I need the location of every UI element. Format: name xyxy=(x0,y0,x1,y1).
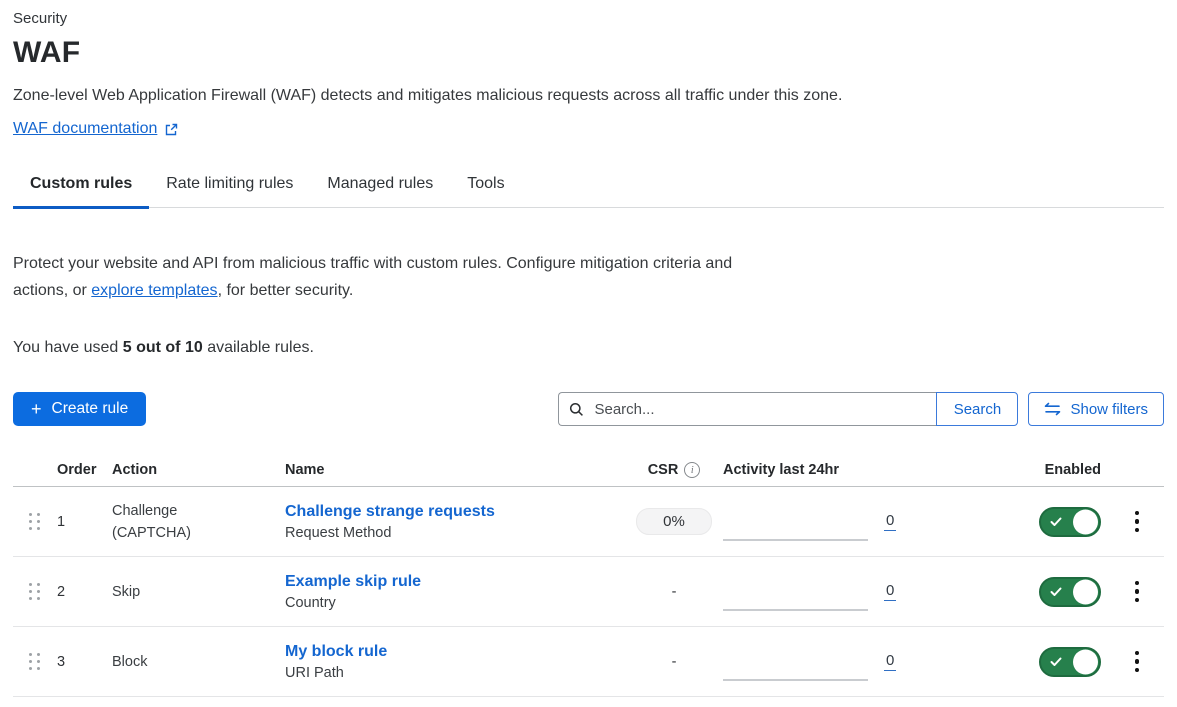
info-icon[interactable]: i xyxy=(684,462,700,478)
csr-empty: - xyxy=(672,654,677,670)
usage-count: 5 out of 10 xyxy=(123,339,203,356)
create-rule-button[interactable]: + Create rule xyxy=(13,392,146,426)
checkmark-icon xyxy=(1050,517,1062,527)
csr-badge: 0% xyxy=(636,508,712,535)
row-menu-kebab-icon[interactable] xyxy=(1131,647,1144,677)
tab-custom-rules[interactable]: Custom rules xyxy=(13,167,149,209)
custom-rules-intro: Protect your website and API from malici… xyxy=(13,250,761,304)
toggle-knob xyxy=(1073,579,1098,604)
tab-managed-rules[interactable]: Managed rules xyxy=(310,167,450,209)
rule-action: Block xyxy=(112,651,285,673)
header-activity: Activity last 24hr xyxy=(723,462,940,478)
table-row: 2 Skip Example skip rule Country - 0 xyxy=(13,557,1164,627)
rule-action-line1: Block xyxy=(112,651,285,673)
search-icon xyxy=(569,402,584,417)
search-box xyxy=(558,392,936,426)
tab-tools[interactable]: Tools xyxy=(450,167,521,209)
rule-action-line1: Challenge xyxy=(112,500,285,522)
enabled-toggle[interactable] xyxy=(1039,577,1101,607)
toggle-knob xyxy=(1073,509,1098,534)
waf-page: Security WAF Zone-level Web Application … xyxy=(0,0,1177,697)
intro-text-after: , for better security. xyxy=(218,282,354,299)
rule-name-link[interactable]: Example skip rule xyxy=(285,573,421,591)
rules-usage-line: You have used 5 out of 10 available rule… xyxy=(13,339,1164,357)
activity-sparkline xyxy=(723,573,868,611)
row-menu-kebab-icon[interactable] xyxy=(1131,577,1144,607)
usage-prefix: You have used xyxy=(13,339,123,356)
plus-icon: + xyxy=(31,400,42,418)
row-menu-kebab-icon[interactable] xyxy=(1131,507,1144,537)
show-filters-button[interactable]: Show filters xyxy=(1028,392,1164,426)
rule-order: 1 xyxy=(57,514,112,530)
rule-field: URI Path xyxy=(285,665,625,681)
rule-order: 3 xyxy=(57,654,112,670)
rule-field: Request Method xyxy=(285,525,625,541)
page-description: Zone-level Web Application Firewall (WAF… xyxy=(13,87,1164,105)
show-filters-label: Show filters xyxy=(1070,401,1148,418)
rules-toolbar: + Create rule Search xyxy=(13,392,1164,426)
enabled-toggle[interactable] xyxy=(1039,507,1101,537)
search-input[interactable] xyxy=(592,400,926,419)
activity-sparkline xyxy=(723,503,868,541)
table-row: 1 Challenge (CAPTCHA) Challenge strange … xyxy=(13,487,1164,557)
rule-action: Challenge (CAPTCHA) xyxy=(112,500,285,544)
custom-rules-table: Order Action Name CSR i Activity last 24… xyxy=(13,456,1164,697)
rule-action-line1: Skip xyxy=(112,581,285,603)
explore-templates-link[interactable]: explore templates xyxy=(91,282,217,299)
swap-arrows-icon xyxy=(1044,402,1061,416)
activity-count-link[interactable]: 0 xyxy=(884,512,896,531)
drag-handle-icon[interactable] xyxy=(13,653,57,671)
checkmark-icon xyxy=(1050,657,1062,667)
header-name: Name xyxy=(285,462,625,478)
waf-documentation-link[interactable]: WAF documentation xyxy=(13,120,157,138)
header-enabled: Enabled xyxy=(940,462,1110,478)
activity-sparkline xyxy=(723,643,868,681)
drag-handle-icon[interactable] xyxy=(13,513,57,531)
rule-name-link[interactable]: Challenge strange requests xyxy=(285,503,495,521)
rule-name-cell: Example skip rule Country xyxy=(285,573,625,611)
tab-rate-limiting-rules[interactable]: Rate limiting rules xyxy=(149,167,310,209)
csr-empty: - xyxy=(672,584,677,600)
search-button[interactable]: Search xyxy=(936,392,1018,426)
rule-field: Country xyxy=(285,595,625,611)
enabled-toggle[interactable] xyxy=(1039,647,1101,677)
header-action: Action xyxy=(112,462,285,478)
activity-count-link[interactable]: 0 xyxy=(884,582,896,601)
usage-suffix: available rules. xyxy=(203,339,314,356)
table-row: 3 Block My block rule URI Path - 0 xyxy=(13,627,1164,697)
create-rule-label: Create rule xyxy=(52,400,129,418)
table-header-row: Order Action Name CSR i Activity last 24… xyxy=(13,456,1164,487)
header-csr: CSR xyxy=(648,462,679,478)
activity-count-link[interactable]: 0 xyxy=(884,652,896,671)
waf-tab-bar: Custom rules Rate limiting rules Managed… xyxy=(13,167,1164,208)
header-order: Order xyxy=(57,462,112,478)
rule-action: Skip xyxy=(112,581,285,603)
rule-name-cell: Challenge strange requests Request Metho… xyxy=(285,503,625,541)
breadcrumb-security: Security xyxy=(13,10,1164,27)
page-title: WAF xyxy=(13,36,1164,70)
drag-handle-icon[interactable] xyxy=(13,583,57,601)
rule-name-cell: My block rule URI Path xyxy=(285,643,625,681)
checkmark-icon xyxy=(1050,587,1062,597)
search-group: Search xyxy=(558,392,1018,426)
external-link-icon xyxy=(164,122,179,137)
rule-order: 2 xyxy=(57,584,112,600)
rule-action-line2: (CAPTCHA) xyxy=(112,522,285,544)
toggle-knob xyxy=(1073,649,1098,674)
rule-name-link[interactable]: My block rule xyxy=(285,643,387,661)
